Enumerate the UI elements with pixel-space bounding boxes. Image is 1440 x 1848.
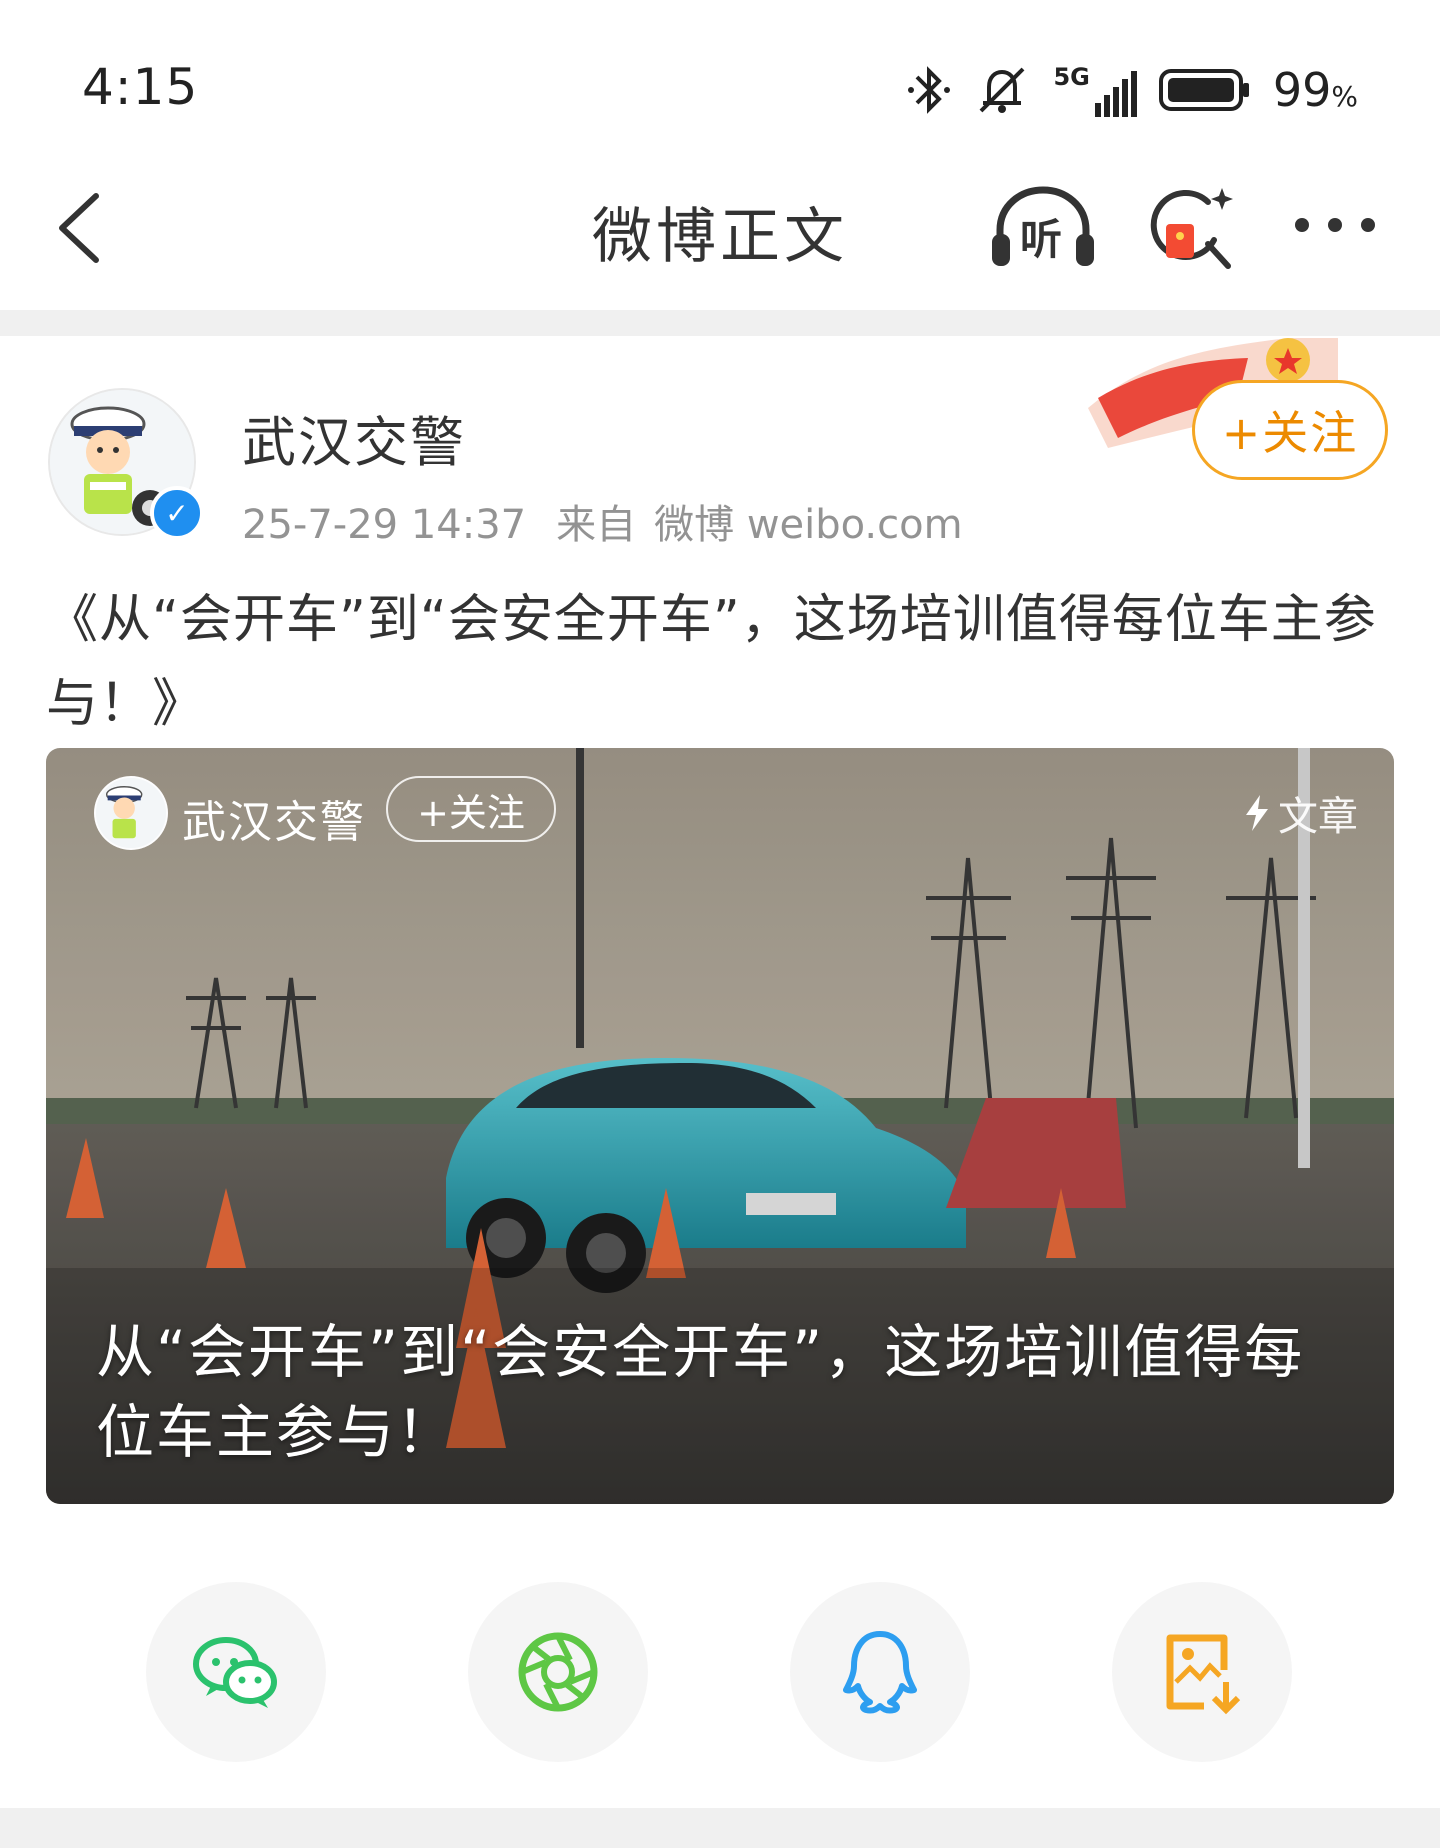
article-card[interactable]: 武汉交警 +关注 文章 从“会开车”到“会安全开车”，这场培训值得每位车主参与！ [46, 748, 1394, 1504]
article-type-text: 文章 [1278, 794, 1358, 840]
card-headline: 从“会开车”到“会安全开车”，这场培训值得每位车主参与！ [96, 1318, 1305, 1466]
card-author-name: 武汉交警 [182, 797, 366, 848]
wechat-icon [193, 1637, 277, 1708]
post-date: 25-7-29 14:37 [242, 502, 527, 548]
article-type-label: 文章 [1242, 784, 1358, 842]
lightning-icon [1246, 795, 1268, 831]
author-name[interactable]: 武汉交警 [242, 398, 466, 477]
signal-indicator: 5G [1053, 63, 1137, 117]
follow-button[interactable]: +关注 [1192, 380, 1388, 480]
post-meta: 25-7-29 14:37 来自 微博 weibo.com [242, 492, 993, 550]
share-qq-button[interactable] [790, 1582, 970, 1762]
save-image-icon [1166, 1634, 1241, 1715]
status-icons: 5G 99% [907, 60, 1358, 120]
post-text: 《从“会开车”到“会安全开车”，这场培训值得每位车主参与！》 [46, 590, 1377, 734]
post-source: 微博 weibo.com [654, 502, 963, 548]
save-image-button[interactable] [1112, 1582, 1292, 1762]
mute-bell-icon [980, 67, 1025, 113]
more-options-icon[interactable] [1290, 210, 1380, 240]
network-type: 5G [1053, 63, 1090, 91]
traffic-police-avatar-icon [96, 778, 166, 848]
red-packet-search-icon[interactable] [1148, 182, 1238, 272]
qq-icon [843, 1631, 917, 1714]
status-time: 4:15 [82, 58, 199, 116]
bluetooth-icon [908, 66, 951, 114]
bottom-bar [0, 1808, 1440, 1848]
battery-icon [1158, 69, 1249, 111]
section-divider [0, 310, 1440, 336]
battery-percentage: 99% [1272, 63, 1358, 117]
card-author-avatar [94, 776, 168, 850]
share-moments-button[interactable] [468, 1582, 648, 1762]
share-wechat-button[interactable] [146, 1582, 326, 1762]
listen-label: 听 [1020, 215, 1063, 264]
card-follow-button[interactable]: +关注 [386, 776, 556, 842]
moments-icon [518, 1632, 598, 1712]
listen-button[interactable]: 听 [988, 182, 1098, 272]
verified-badge-icon: ✓ [150, 486, 204, 540]
source-prefix: 来自 [556, 502, 637, 548]
